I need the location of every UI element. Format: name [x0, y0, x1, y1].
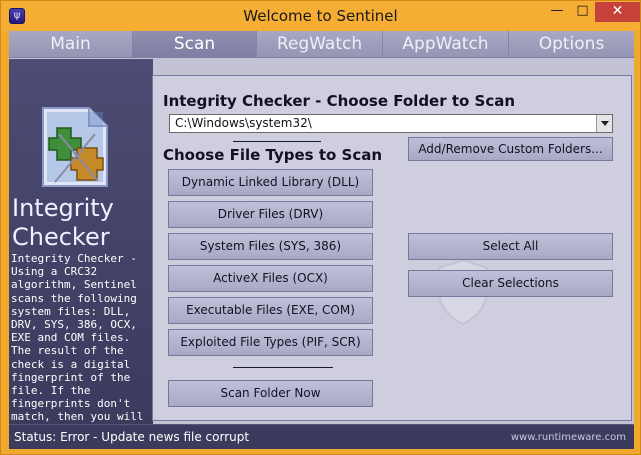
- status-text: Status: Error - Update news file corrupt: [14, 430, 250, 444]
- tab-bar: Main Scan RegWatch AppWatch Options: [9, 31, 634, 58]
- tab-regwatch[interactable]: RegWatch: [257, 31, 383, 58]
- title-bar[interactable]: ψ Welcome to Sentinel — □ ✕: [1, 1, 640, 31]
- sys-files-button[interactable]: System Files (SYS, 386): [168, 233, 373, 260]
- tab-scan[interactable]: Scan: [133, 31, 257, 58]
- dll-files-button[interactable]: Dynamic Linked Library (DLL): [168, 169, 373, 196]
- folder-value: C:\Windows\system32\: [175, 116, 312, 130]
- chevron-down-icon[interactable]: [596, 115, 612, 132]
- integrity-checker-icon: [42, 107, 108, 187]
- status-bar: Status: Error - Update news file corrupt…: [9, 424, 634, 449]
- site-watermark: www.runtimeware.com: [510, 432, 626, 443]
- divider: [233, 367, 333, 368]
- divider: [233, 141, 321, 142]
- module-description: Integrity Checker - Using a CRC32 algori…: [11, 252, 144, 449]
- app-window: ψ Welcome to Sentinel — □ ✕ Main Scan Re…: [0, 0, 641, 455]
- ocx-files-button[interactable]: ActiveX Files (OCX): [168, 265, 373, 292]
- maximize-button[interactable]: □: [570, 2, 595, 22]
- tab-appwatch[interactable]: AppWatch: [383, 31, 509, 58]
- exe-files-button[interactable]: Executable Files (EXE, COM): [168, 297, 373, 324]
- clear-selections-button[interactable]: Clear Selections: [408, 270, 613, 297]
- minimize-button[interactable]: —: [544, 2, 570, 22]
- module-name: Integrity Checker: [12, 194, 114, 251]
- folder-select[interactable]: C:\Windows\system32\: [169, 114, 613, 133]
- pif-scr-files-button[interactable]: Exploited File Types (PIF, SCR): [168, 329, 373, 356]
- info-sidebar: Integrity Checker Integrity Checker - Us…: [9, 59, 153, 449]
- tab-main[interactable]: Main: [9, 31, 133, 58]
- folder-heading: Integrity Checker - Choose Folder to Sca…: [163, 92, 516, 110]
- custom-folders-button[interactable]: Add/Remove Custom Folders...: [408, 137, 613, 161]
- file-types-heading: Choose File Types to Scan: [163, 146, 383, 164]
- select-all-button[interactable]: Select All: [408, 233, 613, 260]
- client-area: Main Scan RegWatch AppWatch Options Inte…: [9, 31, 634, 449]
- drv-files-button[interactable]: Driver Files (DRV): [168, 201, 373, 228]
- close-button[interactable]: ✕: [595, 2, 640, 22]
- scan-folder-now-button[interactable]: Scan Folder Now: [168, 380, 373, 407]
- scan-panel: Integrity Checker - Choose Folder to Sca…: [152, 75, 632, 421]
- tab-options[interactable]: Options: [509, 31, 634, 58]
